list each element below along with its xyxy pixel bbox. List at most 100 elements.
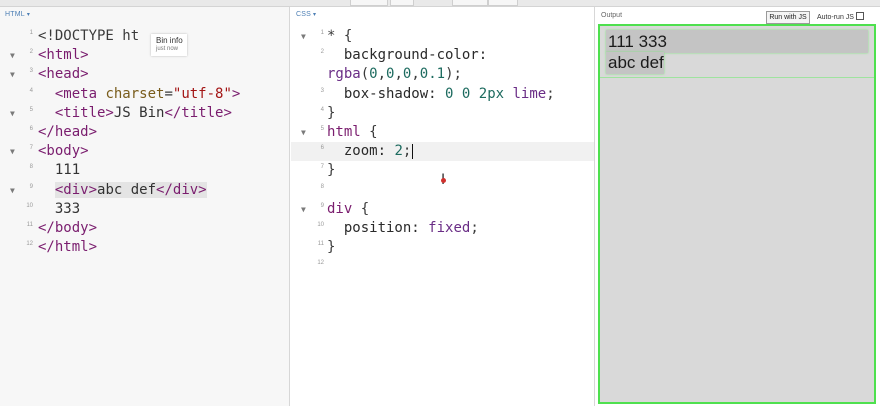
code-line[interactable]: rgba(0,0,0,0.1); — [291, 65, 594, 84]
code-line[interactable]: ▼ 9 div { — [291, 200, 594, 219]
code-line[interactable]: ▼ 2 <html> — [0, 46, 289, 65]
code-token: { — [360, 123, 378, 140]
code-token: = — [164, 85, 173, 102]
code-line[interactable]: 11 </body> — [0, 219, 289, 238]
code-line[interactable]: ▼ 3 <head> — [0, 65, 289, 84]
rendered-div: abc def — [606, 52, 664, 74]
fold-arrow-icon[interactable]: ▼ — [10, 65, 15, 84]
toolbar-tab[interactable] — [452, 0, 488, 6]
code-token: lime — [512, 85, 547, 102]
code-token: html — [327, 123, 361, 140]
chevron-down-icon: ▾ — [26, 12, 31, 18]
code-text: 111 — [38, 161, 80, 180]
code-token: JS Bin — [113, 104, 165, 121]
code-text: 333 — [38, 200, 80, 219]
auto-run-js-checkbox[interactable] — [855, 12, 864, 20]
fold-arrow-icon[interactable]: ▼ — [10, 104, 15, 123]
code-token: "utf-8" — [172, 85, 232, 102]
toolbar-tab[interactable] — [390, 0, 414, 6]
code-token: , — [411, 66, 420, 83]
code-text: </head> — [38, 123, 97, 142]
line-number: 9 — [320, 202, 324, 209]
fold-arrow-icon[interactable]: ▼ — [301, 200, 306, 219]
line-number: 6 — [29, 125, 33, 132]
code-line[interactable]: 2 background-color: — [291, 46, 594, 65]
line-number: 6 — [320, 145, 324, 152]
toolbar-tab[interactable] — [350, 0, 388, 6]
code-token: } — [327, 162, 336, 179]
text-caret — [412, 143, 414, 159]
code-token: ; — [546, 85, 555, 102]
code-token: <html> — [38, 47, 89, 64]
code-text: <!DOCTYPE ht — [38, 27, 139, 46]
code-line[interactable]: 12 — [291, 257, 594, 276]
code-line[interactable]: ▼ 1 * { — [291, 27, 594, 46]
code-token: <!DOCTYPE ht — [38, 28, 140, 44]
line-number: 9 — [29, 183, 33, 190]
line-number: 1 — [29, 30, 33, 36]
code-text: rgba(0,0,0,0.1); — [327, 65, 462, 84]
code-text: box-shadow: 0 0 2px lime; — [327, 85, 555, 104]
code-line[interactable]: 1 <!DOCTYPE ht — [0, 27, 289, 46]
top-toolbar — [0, 0, 880, 7]
code-line[interactable]: 6 </head> — [0, 123, 289, 142]
code-token: background-color: — [327, 47, 488, 64]
output-label: Output — [601, 12, 623, 19]
code-line[interactable]: 4} — [291, 104, 594, 123]
code-line[interactable]: 4 <meta charset="utf-8"> — [0, 85, 289, 104]
code-token: </head> — [38, 123, 98, 140]
fold-arrow-icon[interactable]: ▼ — [10, 46, 15, 65]
code-line[interactable]: 6 zoom: 2; — [291, 142, 594, 162]
code-line[interactable]: ▼ 5 html { — [291, 123, 594, 142]
line-number: 2 — [320, 49, 324, 56]
output-frame[interactable]: 111 333 abc def — [598, 24, 876, 404]
html-panel: HTML ▾ 1 <!DOCTYPE ht ▼ 2 <html> ▼ 3 <head> 4 <me… — [0, 7, 290, 406]
code-token: charset — [105, 85, 165, 102]
output-panel: Output Run with JS Auto-run JS 111 333 a… — [596, 7, 880, 406]
code-line[interactable]: 10 position: fixed; — [291, 219, 594, 238]
auto-run-js-toggle[interactable]: Auto-run JS — [817, 12, 864, 21]
code-token: <title> — [54, 104, 114, 121]
code-token: ; — [402, 143, 412, 160]
fold-arrow-icon[interactable]: ▼ — [301, 123, 306, 142]
fold-arrow-icon[interactable]: ▼ — [301, 27, 306, 46]
code-line[interactable]: 12 </html> — [0, 238, 289, 257]
code-line[interactable]: ▼ 9 <div>abc def</div> — [0, 181, 289, 200]
code-token: <meta — [54, 85, 106, 102]
code-token: box-shadow: — [327, 85, 446, 102]
click-indicator-dot — [441, 178, 446, 183]
code-text: <title>JS Bin</title> — [38, 104, 232, 123]
html-editor[interactable]: 1 <!DOCTYPE ht ▼ 2 <html> ▼ 3 <head> 4 <meta cha… — [0, 27, 289, 257]
code-token: ); — [445, 66, 462, 83]
fold-arrow-icon[interactable]: ▼ — [10, 142, 15, 161]
output-header: Output Run with JS Auto-run JS — [596, 7, 880, 24]
code-token: ; — [470, 219, 479, 236]
code-token: 333 — [38, 200, 81, 217]
css-panel-label[interactable]: CSS ▾ — [296, 11, 316, 18]
html-panel-label[interactable]: HTML ▾ — [5, 11, 30, 18]
line-number: 2 — [29, 49, 33, 56]
line-number: 12 — [26, 241, 33, 248]
run-with-js-button[interactable]: Run with JS — [766, 11, 810, 24]
code-line[interactable]: 10 333 — [0, 200, 289, 219]
bin-info-tooltip: Bin info just now — [151, 34, 187, 56]
code-token: <head> — [38, 66, 89, 83]
code-line[interactable]: ▼ 7 <body> — [0, 142, 289, 161]
code-line[interactable]: 11} — [291, 238, 594, 257]
line-number: 7 — [29, 145, 33, 152]
code-line[interactable]: ▼ 5 <title>JS Bin</title> — [0, 104, 289, 123]
code-line[interactable]: 3 box-shadow: 0 0 2px lime; — [291, 85, 594, 104]
toolbar-tab[interactable] — [488, 0, 518, 6]
fold-arrow-icon[interactable]: ▼ — [10, 181, 15, 200]
line-number: 5 — [320, 125, 324, 132]
line-number: 11 — [317, 241, 324, 248]
css-editor[interactable]: ▼ 1 * {2 background-color: rgba(0,0,0,0.1);… — [291, 27, 594, 276]
line-number: 3 — [320, 87, 324, 94]
code-token: 2 — [394, 143, 403, 160]
code-text: div { — [327, 200, 369, 219]
code-token: </html> — [38, 239, 98, 256]
code-line[interactable]: 8 111 — [0, 161, 289, 180]
